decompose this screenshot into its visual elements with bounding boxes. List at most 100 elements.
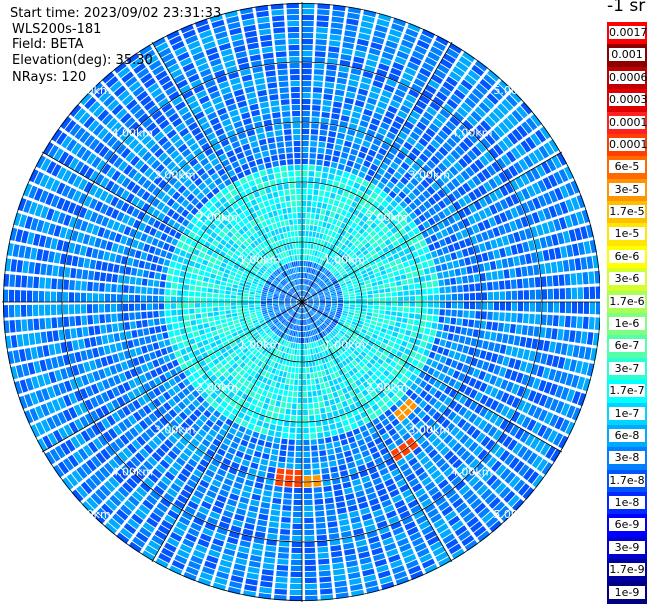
range-gate-cell xyxy=(124,321,131,331)
range-gate-cell xyxy=(196,280,203,287)
range-gate-cell xyxy=(215,339,222,346)
range-gate-cell xyxy=(339,433,347,440)
range-gate-cell xyxy=(110,303,117,313)
range-gate-cell xyxy=(149,327,156,335)
range-gate-cell xyxy=(106,355,114,365)
range-gate-cell xyxy=(343,306,349,309)
range-gate-cell xyxy=(343,304,350,307)
range-gate-cell xyxy=(302,26,314,33)
range-gate-cell xyxy=(288,385,294,391)
range-gate-cell xyxy=(271,393,278,400)
range-gate-cell xyxy=(296,355,300,362)
range-gate-cell xyxy=(458,258,466,267)
range-gate-cell xyxy=(136,320,142,329)
range-gate-cell xyxy=(292,523,302,530)
range-gate-cell xyxy=(407,318,414,325)
range-gate-cell xyxy=(298,391,302,398)
range-gate-cell xyxy=(432,315,439,323)
range-gate-cell xyxy=(378,314,385,319)
range-gate-cell xyxy=(279,534,290,541)
range-gate-cell xyxy=(303,457,311,464)
range-gate-cell xyxy=(246,572,259,580)
range-gate-cell xyxy=(542,249,550,261)
range-gate-cell xyxy=(331,300,338,302)
range-gate-cell xyxy=(328,533,340,540)
range-gate-cell xyxy=(237,292,243,296)
range-gate-cell xyxy=(309,153,317,159)
range-gate-cell xyxy=(393,326,400,333)
range-gate-cell xyxy=(413,319,420,326)
range-gate-cell xyxy=(352,428,361,436)
range-gate-cell xyxy=(259,395,266,402)
range-gate-cell xyxy=(56,304,63,315)
range-gate-cell xyxy=(264,384,270,391)
range-gate-cell xyxy=(302,391,307,398)
range-gate-cell xyxy=(175,335,183,343)
range-gate-cell xyxy=(349,296,355,299)
range-gate-cell xyxy=(302,74,312,81)
range-gate-cell xyxy=(313,225,318,232)
range-gate-cell xyxy=(464,257,471,266)
range-gate-cell xyxy=(162,242,170,251)
range-gate-cell xyxy=(517,302,524,312)
range-gate-cell xyxy=(304,493,313,500)
range-gate-cell xyxy=(566,344,574,357)
range-gate-cell xyxy=(249,307,255,311)
range-gate-cell xyxy=(166,324,173,331)
range-gate-cell xyxy=(110,293,117,302)
range-gate-cell xyxy=(152,255,159,264)
range-gate-cell xyxy=(266,298,273,301)
range-gate-cell xyxy=(308,355,312,361)
range-gate-cell xyxy=(315,171,322,178)
range-gate-cell xyxy=(335,83,346,91)
range-gate-cell xyxy=(255,306,261,310)
range-gate-cell xyxy=(241,459,251,467)
range-gate-cell xyxy=(267,533,278,540)
range-gate-cell xyxy=(52,330,60,342)
range-gate-cell xyxy=(570,316,577,328)
range-gate-cell xyxy=(280,401,287,408)
range-gate-cell xyxy=(238,425,246,433)
range-gate-cell xyxy=(499,302,506,311)
range-gate-cell xyxy=(185,272,192,279)
range-gate-cell xyxy=(302,373,307,380)
range-gate-cell xyxy=(331,472,340,479)
range-gate-cell xyxy=(444,254,452,262)
range-gate-cell xyxy=(112,323,119,332)
range-gate-cell xyxy=(355,433,363,441)
range-gate-cell xyxy=(233,319,240,324)
range-gate-cell xyxy=(404,267,411,273)
range-gate-cell xyxy=(305,349,308,355)
range-gate-cell xyxy=(541,289,548,300)
range-gate-cell xyxy=(144,261,151,270)
range-gate-cell xyxy=(377,280,384,285)
range-gate-cell xyxy=(513,335,521,346)
range-gate-cell xyxy=(320,407,326,414)
range-gate-cell xyxy=(286,457,294,463)
range-gate-cell xyxy=(141,286,147,294)
range-gate-cell xyxy=(310,439,317,445)
range-gate-cell xyxy=(337,303,344,306)
range-gate-cell xyxy=(504,280,511,290)
range-gate-cell xyxy=(453,242,461,251)
range-gate-cell xyxy=(137,329,144,337)
range-gate-cell xyxy=(493,343,501,353)
range-gate-cell xyxy=(230,295,237,299)
range-gate-cell xyxy=(329,211,336,218)
range-gate-cell xyxy=(302,44,313,51)
range-gate-cell xyxy=(226,282,233,288)
range-gate-cell xyxy=(111,274,118,283)
range-gate-cell xyxy=(314,372,319,379)
range-gate-cell xyxy=(462,275,468,284)
range-gate-cell xyxy=(204,271,211,278)
range-gate-cell xyxy=(307,189,313,195)
range-gate-cell xyxy=(523,290,530,300)
range-gate-cell xyxy=(490,353,499,363)
range-gate-cell xyxy=(182,297,189,302)
range-gate-cell xyxy=(454,268,461,276)
range-gate-cell xyxy=(154,326,162,333)
range-gate-cell xyxy=(290,571,302,578)
range-gate-cell xyxy=(231,309,237,314)
range-gate-cell xyxy=(260,302,267,305)
range-gate-cell xyxy=(307,249,310,255)
